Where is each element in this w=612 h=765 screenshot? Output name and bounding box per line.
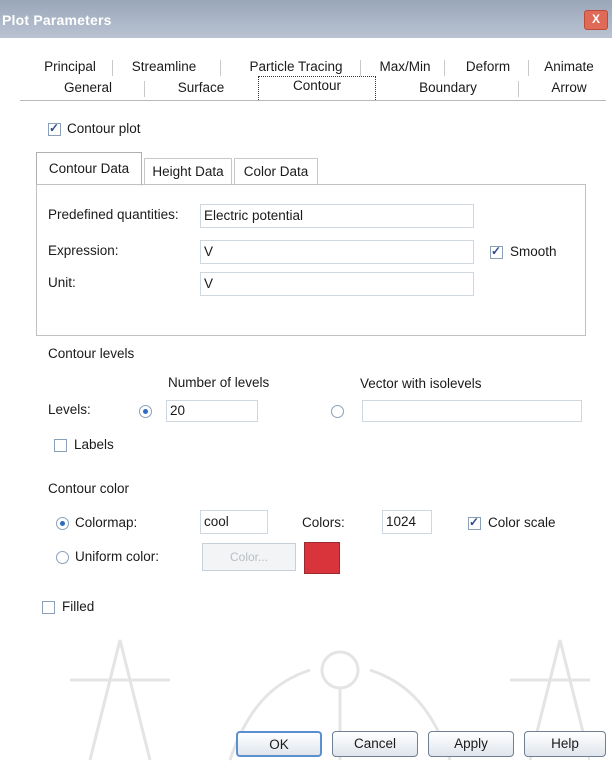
tab-principal[interactable]: Principal	[40, 58, 100, 78]
smooth-checkbox[interactable]: ✓	[490, 244, 503, 259]
uniform-color-radio[interactable]	[56, 551, 69, 564]
subtab-color-data[interactable]: Color Data	[234, 158, 318, 185]
colormap-field[interactable]: cool	[200, 510, 268, 534]
ok-button[interactable]: OK	[236, 731, 322, 757]
radio-selected-dot	[143, 409, 148, 414]
tab-separator	[518, 81, 519, 97]
levels-label: Levels:	[48, 402, 91, 417]
tab-surface[interactable]: Surface	[168, 79, 234, 99]
filled-checkbox[interactable]	[42, 601, 55, 614]
tab-animate[interactable]: Animate	[538, 58, 600, 78]
tab-arrow[interactable]: Arrow	[538, 79, 600, 99]
check-icon: ✓	[469, 515, 480, 529]
tab-row-top: Principal Streamline Particle Tracing Ma…	[0, 58, 612, 78]
vector-isolevels-heading: Vector with isolevels	[360, 376, 482, 391]
labels-checkbox[interactable]	[54, 439, 67, 452]
tab-separator	[360, 60, 361, 76]
colormap-label: Colormap:	[75, 515, 138, 530]
tab-particle-tracing[interactable]: Particle Tracing	[236, 58, 356, 78]
help-button[interactable]: Help	[524, 731, 606, 757]
subtab-height-data[interactable]: Height Data	[144, 158, 232, 185]
radio-selected-dot	[60, 521, 65, 526]
labels-label: Labels	[74, 437, 114, 452]
check-icon: ✓	[491, 244, 502, 258]
tab-max-min[interactable]: Max/Min	[374, 58, 436, 78]
number-of-levels-heading: Number of levels	[168, 375, 270, 390]
contour-plot-label: Contour plot	[67, 121, 141, 136]
tab-separator	[220, 60, 221, 76]
vector-isolevels-field[interactable]	[362, 400, 582, 422]
expression-field[interactable]: V	[200, 240, 474, 264]
tab-deform[interactable]: Deform	[458, 58, 518, 78]
contour-levels-heading: Contour levels	[48, 346, 135, 361]
tab-separator	[144, 81, 145, 97]
unit-field[interactable]: V	[200, 272, 474, 296]
contour-plot-checkbox[interactable]: ✓	[48, 121, 61, 136]
tab-separator	[112, 60, 113, 76]
unit-label: Unit:	[48, 275, 76, 290]
uniform-color-swatch[interactable]	[304, 542, 340, 574]
filled-label: Filled	[62, 599, 95, 614]
uniform-color-label: Uniform color:	[75, 549, 160, 564]
expression-label: Expression:	[48, 243, 119, 258]
tab-boundary[interactable]: Boundary	[398, 79, 498, 99]
tab-separator	[528, 60, 529, 76]
tab-separator	[444, 60, 445, 76]
window-title: Plot Parameters	[2, 12, 112, 28]
check-icon: ✓	[49, 121, 60, 135]
number-of-levels-radio[interactable]	[139, 405, 152, 418]
colormap-radio[interactable]	[56, 517, 69, 530]
close-button[interactable]: X	[584, 10, 608, 30]
tab-streamline[interactable]: Streamline	[126, 58, 202, 78]
color-scale-checkbox[interactable]: ✓	[468, 515, 481, 530]
smooth-label: Smooth	[510, 244, 557, 259]
predefined-quantities-field[interactable]: Electric potential	[200, 204, 474, 228]
cancel-button[interactable]: Cancel	[332, 731, 418, 757]
color-button[interactable]: Color...	[202, 543, 296, 571]
title-bar: Plot Parameters X	[0, 0, 612, 38]
tab-general[interactable]: General	[52, 79, 124, 99]
colors-label: Colors:	[302, 515, 345, 530]
vector-isolevels-radio[interactable]	[331, 405, 344, 418]
colors-field[interactable]: 1024	[382, 510, 432, 534]
color-scale-label: Color scale	[488, 515, 556, 530]
subtab-contour-data[interactable]: Contour Data	[36, 152, 142, 186]
tab-contour[interactable]: Contour	[258, 76, 376, 100]
predefined-quantities-label: Predefined quantities:	[48, 207, 179, 222]
tab-row-bottom: General Surface Contour Boundary Arrow	[0, 76, 612, 100]
apply-button[interactable]: Apply	[428, 731, 514, 757]
number-of-levels-field[interactable]: 20	[166, 400, 258, 422]
contour-color-heading: Contour color	[48, 481, 130, 496]
